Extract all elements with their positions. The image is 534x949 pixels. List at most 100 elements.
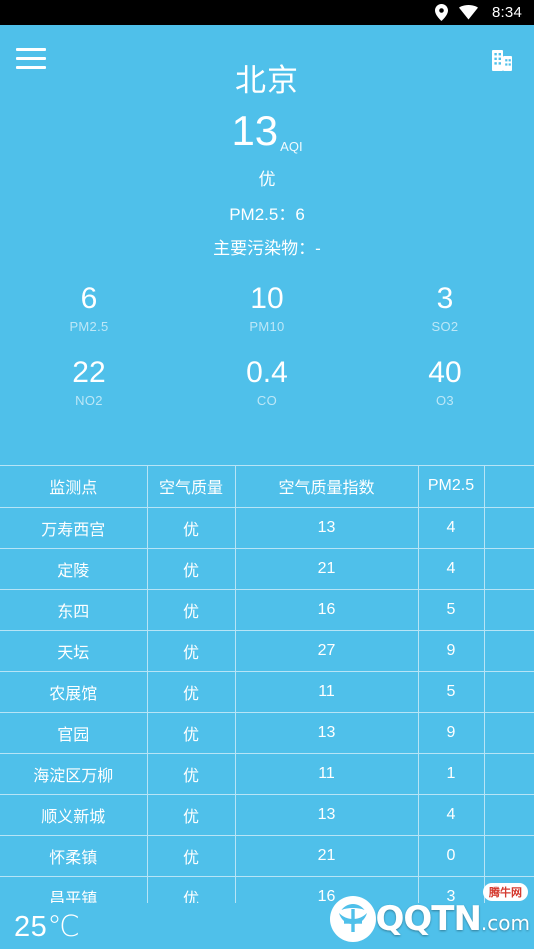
station-name: 东四	[0, 589, 148, 631]
station-aqi: 16	[235, 876, 419, 904]
table-header-cell	[484, 466, 534, 508]
station-name: 顺义新城	[0, 794, 148, 836]
table-header-row: 监测点 空气质量 空气质量指数 PM2.5	[0, 466, 534, 508]
pm25-summary: PM2.5：6	[229, 205, 305, 224]
station-extra	[484, 876, 534, 904]
station-extra	[484, 630, 534, 672]
station-quality: 优	[147, 630, 236, 672]
station-name: 天坛	[0, 630, 148, 672]
station-pm25: 0	[418, 835, 485, 877]
station-aqi: 21	[235, 548, 419, 590]
station-quality: 优	[147, 712, 236, 754]
station-quality: 优	[147, 589, 236, 631]
table-row[interactable]: 海淀区万柳 优 11 1	[0, 753, 534, 795]
station-extra	[484, 589, 534, 631]
city-title: 北京	[235, 63, 299, 98]
station-quality: 优	[147, 835, 236, 877]
pollutant-cell: 3 SO2	[356, 273, 534, 347]
table-row[interactable]: 天坛 优 27 9	[0, 630, 534, 672]
station-table: 监测点 空气质量 空气质量指数 PM2.5 万寿西宫 优 13 4 定陵 优 2…	[0, 466, 534, 904]
temperature-display: 25℃	[14, 910, 81, 943]
table-body: 万寿西宫 优 13 4 定陵 优 21 4 东四 优 16 5 天坛 优 27 …	[0, 507, 534, 904]
pollutant-cell: 6 PM2.5	[0, 273, 178, 347]
station-aqi: 11	[235, 671, 419, 713]
pollutant-value: 40	[428, 356, 462, 389]
station-aqi: 13	[235, 794, 419, 836]
table-row[interactable]: 万寿西宫 优 13 4	[0, 507, 534, 549]
quality-level: 优	[258, 170, 276, 189]
pollutant-label: NO2	[75, 393, 103, 408]
location-pin-icon	[435, 4, 448, 21]
station-pm25: 9	[418, 630, 485, 672]
pollutant-label: PM10	[249, 319, 285, 334]
pollutant-label: PM2.5	[69, 319, 109, 334]
station-quality: 优	[147, 876, 236, 904]
station-name: 海淀区万柳	[0, 753, 148, 795]
station-extra	[484, 835, 534, 877]
table-row[interactable]: 官园 优 13 9	[0, 712, 534, 754]
station-quality: 优	[147, 671, 236, 713]
station-pm25: 9	[418, 712, 485, 754]
station-name: 官园	[0, 712, 148, 754]
table-row[interactable]: 怀柔镇 优 21 0	[0, 835, 534, 877]
table-header-cell: PM2.5	[418, 466, 485, 508]
pollutant-value: 3	[436, 282, 454, 315]
status-bar: 8:34	[0, 0, 534, 25]
table-header-cell: 监测点	[0, 466, 148, 508]
station-pm25: 3	[418, 876, 485, 904]
wifi-icon	[459, 5, 478, 20]
primary-pollutant: 主要污染物：-	[213, 239, 321, 258]
station-pm25: 1	[418, 753, 485, 795]
station-aqi: 13	[235, 507, 419, 549]
station-aqi: 21	[235, 835, 419, 877]
station-pm25: 4	[418, 548, 485, 590]
station-name: 农展馆	[0, 671, 148, 713]
table-header-cell: 空气质量	[147, 466, 236, 508]
pollutant-value: 0.4	[246, 356, 288, 389]
station-aqi: 27	[235, 630, 419, 672]
station-name: 怀柔镇	[0, 835, 148, 877]
station-quality: 优	[147, 507, 236, 549]
table-row[interactable]: 农展馆 优 11 5	[0, 671, 534, 713]
station-extra	[484, 507, 534, 549]
station-name: 万寿西宫	[0, 507, 148, 549]
aqi-unit: AQI	[280, 139, 303, 154]
station-extra	[484, 794, 534, 836]
pollutant-label: SO2	[431, 319, 459, 334]
pollutant-value: 22	[72, 356, 106, 389]
table-row[interactable]: 昌平镇 优 16 3	[0, 876, 534, 904]
station-name: 昌平镇	[0, 876, 148, 904]
pollutant-grid: 6 PM2.5 10 PM10 3 SO2 22 NO2 0.4 CO 40 O…	[0, 273, 534, 421]
table-header-cell: 空气质量指数	[235, 466, 419, 508]
station-aqi: 16	[235, 589, 419, 631]
station-extra	[484, 712, 534, 754]
station-aqi: 11	[235, 753, 419, 795]
aqi-display: 13 AQI	[0, 107, 534, 155]
pollutant-value: 6	[80, 282, 98, 315]
station-pm25: 5	[418, 589, 485, 631]
station-extra	[484, 671, 534, 713]
pollutant-label: O3	[435, 393, 454, 408]
station-quality: 优	[147, 753, 236, 795]
header-panel: 北京 13 AQI 优 PM2.5：6 主要污染物：- 6 PM2.5 10 PM…	[0, 25, 534, 465]
pollutant-cell: 40 O3	[356, 347, 534, 421]
pollutant-cell: 22 NO2	[0, 347, 178, 421]
status-time: 8:34	[492, 4, 522, 21]
aqi-value: 13	[231, 107, 279, 154]
station-table-scroll[interactable]: 监测点 空气质量 空气质量指数 PM2.5 万寿西宫 优 13 4 定陵 优 2…	[0, 465, 534, 904]
app-root: 8:34 北京 13 AQI 优 PM2.5：6 主要污染物：- 6 PM2.5…	[0, 0, 534, 949]
station-pm25: 5	[418, 671, 485, 713]
station-pm25: 4	[418, 507, 485, 549]
station-aqi: 13	[235, 712, 419, 754]
station-pm25: 4	[418, 794, 485, 836]
station-extra	[484, 548, 534, 590]
table-row[interactable]: 定陵 优 21 4	[0, 548, 534, 590]
station-name: 定陵	[0, 548, 148, 590]
table-row[interactable]: 顺义新城 优 13 4	[0, 794, 534, 836]
pollutant-cell: 10 PM10	[178, 273, 356, 347]
station-quality: 优	[147, 548, 236, 590]
pollutant-cell: 0.4 CO	[178, 347, 356, 421]
pollutant-value: 10	[250, 282, 284, 315]
station-extra	[484, 753, 534, 795]
table-row[interactable]: 东四 优 16 5	[0, 589, 534, 631]
